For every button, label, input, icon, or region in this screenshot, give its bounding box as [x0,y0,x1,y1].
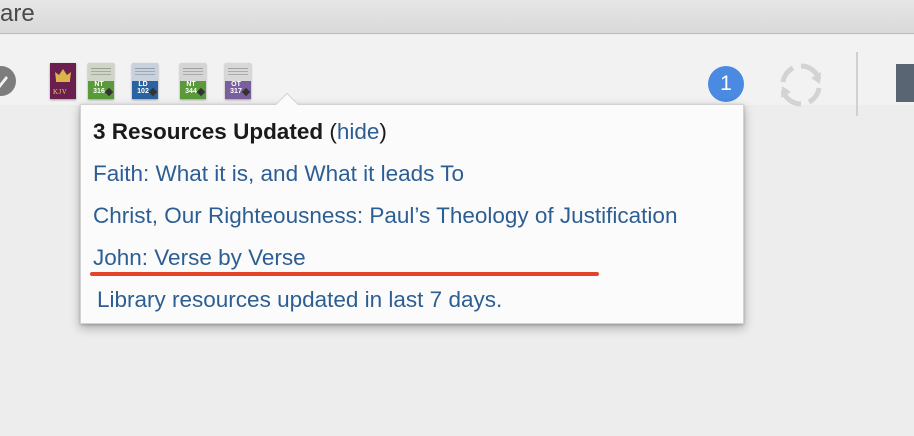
resource-link[interactable]: John: Verse by Verse [93,243,306,273]
panel-toggle-button[interactable] [896,64,914,102]
highlight-underline [90,272,599,276]
kjv-book-icon[interactable]: KJV [50,63,76,99]
ld102-book-icon[interactable]: LD 102 [132,63,158,99]
toolbar-divider [856,52,858,116]
notification-badge[interactable]: 1 [708,66,744,102]
hide-paren-open: ( [329,119,337,144]
ot317-book-icon[interactable]: OT 317 [225,63,251,99]
popup-heading: 3 Resources Updated (hide) [93,117,387,147]
resource-link[interactable]: Christ, Our Righteousness: Paul’s Theolo… [93,201,677,231]
popup-title: 3 Resources Updated [93,119,324,144]
window-title: are [0,0,35,27]
nt344-book-icon[interactable]: NT 344 [180,63,206,99]
resource-link[interactable]: Faith: What it is, and What it leads To [93,159,464,189]
resources-updated-popup: 3 Resources Updated (hide) Faith: What i… [80,92,744,324]
library-updates-link[interactable]: Library resources updated in last 7 days… [97,285,502,315]
sync-icon[interactable] [777,60,825,115]
hide-link[interactable]: hide [337,119,380,144]
hide-paren-close: ) [379,119,387,144]
kjv-label: KJV [53,88,68,96]
window-titlebar: are [0,0,914,34]
nt316-book-icon[interactable]: NT 316 [88,63,114,99]
